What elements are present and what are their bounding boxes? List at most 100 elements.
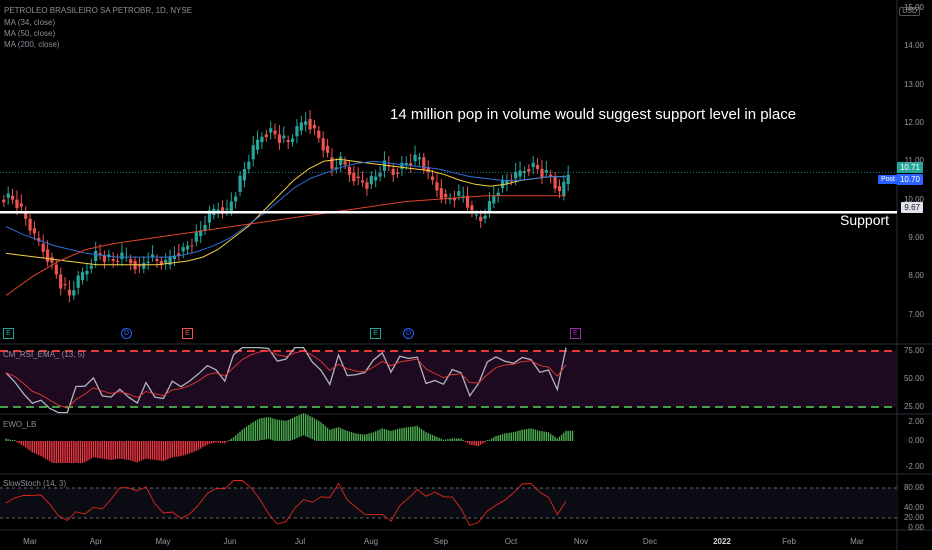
- ewo-bar: [326, 427, 329, 441]
- ewo-bar: [16, 441, 18, 443]
- ewo-bar: [186, 441, 189, 455]
- ewo-bar: [195, 441, 198, 451]
- ewo-bar: [444, 439, 447, 441]
- ewo-bar: [51, 441, 53, 463]
- ewo-bar: [160, 441, 163, 461]
- stoch-axis-label: 40.00: [903, 503, 924, 512]
- ewo-bar: [256, 419, 259, 441]
- candle-body: [54, 264, 58, 275]
- annotation-text[interactable]: 14 million pop in volume would suggest s…: [390, 106, 796, 123]
- candle-body: [522, 171, 527, 173]
- stoch-axis-label: 20.00: [903, 513, 924, 522]
- ewo-bar: [427, 433, 429, 441]
- ewo-bar: [556, 438, 558, 441]
- ewo-bar: [116, 441, 119, 459]
- candle-body: [566, 174, 570, 185]
- ewo-bar: [119, 441, 121, 459]
- support-label[interactable]: Support: [840, 212, 889, 228]
- candle-body: [181, 247, 185, 252]
- ewo-bar: [136, 441, 138, 463]
- price-chart[interactable]: [0, 0, 932, 550]
- event-marker[interactable]: E: [370, 328, 381, 339]
- ewo-bar: [182, 441, 184, 456]
- time-axis-label: Mar: [23, 537, 37, 546]
- ewo-bar: [134, 441, 136, 462]
- ewo-bar: [455, 438, 458, 441]
- ewo-bar: [230, 438, 233, 441]
- event-marker[interactable]: E: [570, 328, 581, 339]
- event-marker[interactable]: D: [403, 328, 414, 339]
- ewo-bar: [510, 432, 513, 441]
- ewo-bar: [357, 433, 359, 441]
- ewo-bar: [331, 429, 333, 441]
- candle-body: [356, 176, 360, 179]
- candle-body: [325, 145, 330, 153]
- ewo-bar: [99, 441, 101, 459]
- ewo-bar: [59, 441, 62, 463]
- event-marker[interactable]: E: [3, 328, 14, 339]
- ewo-bar: [431, 435, 434, 441]
- ewo-bar: [280, 420, 283, 441]
- candle-body: [544, 170, 548, 173]
- ewo-bar: [495, 435, 497, 441]
- price-axis-label: 7.00: [908, 309, 924, 319]
- ewo-bar: [22, 441, 25, 447]
- ewo-bar: [265, 417, 268, 440]
- ewo-bar: [193, 441, 195, 452]
- ewo-bar: [53, 441, 55, 463]
- candle-body: [10, 195, 15, 200]
- candle-body: [129, 259, 133, 264]
- ewo-bar: [191, 441, 193, 453]
- ewo-bar: [420, 429, 423, 441]
- candle-body: [115, 260, 120, 262]
- stoch-pane-label: SlowStoch (14, 3): [3, 479, 67, 488]
- ma50-legend: MA (50, close): [4, 29, 56, 38]
- ewo-bar: [162, 441, 165, 462]
- ewo-bar: [447, 439, 449, 441]
- candle-body: [360, 180, 365, 183]
- ma200-line: [5, 195, 566, 296]
- candle-body: [28, 218, 32, 231]
- candle-body: [273, 130, 277, 135]
- post-market-label: Post: [877, 175, 898, 184]
- candle-body: [255, 139, 260, 150]
- stoch-band: [0, 488, 897, 518]
- ewo-bar: [335, 427, 338, 441]
- ewo-bar: [175, 441, 178, 457]
- candle-body: [439, 188, 443, 199]
- candle-body: [111, 259, 115, 261]
- ewo-bar: [35, 441, 38, 455]
- ewo-bar: [213, 441, 215, 443]
- candle-body: [59, 274, 63, 289]
- ewo-bar: [368, 433, 370, 441]
- ewo-bar: [68, 441, 71, 463]
- ewo-bar: [245, 426, 248, 441]
- ewo-bar: [554, 436, 556, 441]
- ewo-bar: [197, 441, 200, 450]
- event-marker[interactable]: E: [182, 328, 193, 339]
- ewo-axis-label: -2.00: [905, 462, 924, 471]
- ewo-bar: [94, 441, 97, 458]
- event-marker[interactable]: D: [121, 328, 132, 339]
- ewo-bar: [488, 439, 491, 441]
- ewo-bar: [44, 441, 47, 459]
- ewo-bar: [565, 430, 567, 441]
- candle-body: [94, 250, 98, 261]
- ewo-bar: [560, 434, 563, 441]
- ewo-bar: [199, 441, 202, 449]
- ewo-bar: [125, 441, 128, 460]
- ewo-bar: [24, 441, 27, 448]
- ewo-bar: [399, 428, 401, 441]
- ewo-bar: [291, 418, 294, 441]
- ewo-bar: [418, 427, 421, 441]
- ewo-bar: [31, 441, 33, 453]
- ewo-bar: [475, 441, 478, 446]
- ewo-bar: [506, 433, 508, 441]
- candle-body: [6, 193, 10, 198]
- candle-body: [50, 257, 54, 263]
- ewo-bar: [294, 417, 296, 440]
- ewo-bar: [232, 437, 235, 441]
- ewo-bar: [396, 429, 399, 441]
- rsi-band: [0, 351, 897, 407]
- ewo-bar: [558, 436, 561, 441]
